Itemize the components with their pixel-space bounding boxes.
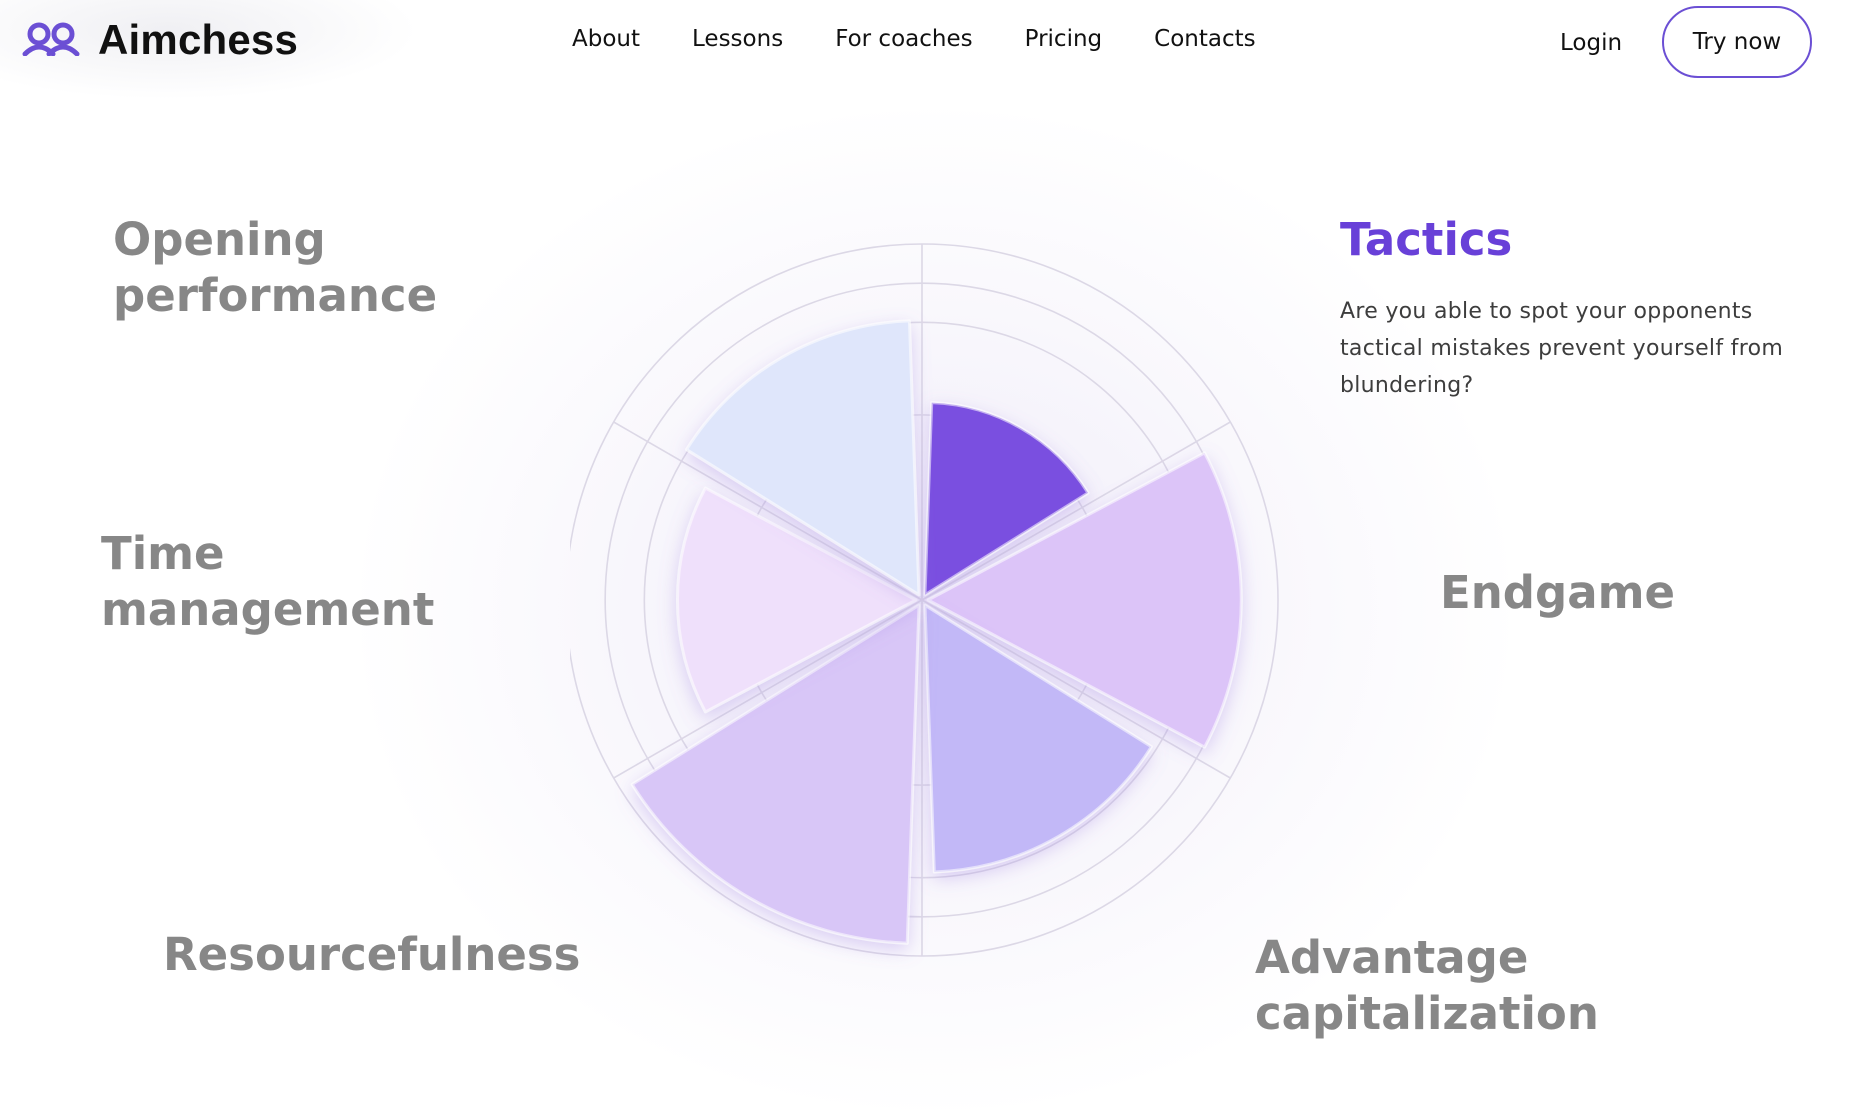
try-now-button[interactable]: Try now — [1662, 6, 1812, 78]
category-description: Are you able to spot your opponents tact… — [1340, 299, 1784, 398]
category-resourcefulness[interactable]: Resourcefulness — [163, 927, 580, 983]
brand-name: Aimchess — [98, 16, 299, 63]
people-pair-icon — [22, 20, 80, 60]
site-header: Aimchess About Lessons For coaches Prici… — [0, 0, 1871, 90]
brand[interactable]: Aimchess — [22, 16, 298, 64]
category-opening-performance[interactable]: Opening performance — [113, 212, 493, 324]
skills-radar-chart — [570, 243, 1279, 957]
nav-contacts[interactable]: Contacts — [1154, 26, 1255, 52]
nav-lessons[interactable]: Lessons — [692, 26, 783, 52]
nav-about[interactable]: About — [572, 26, 640, 52]
nav-pricing[interactable]: Pricing — [1025, 26, 1103, 52]
main-nav: About Lessons For coaches Pricing Contac… — [572, 26, 1256, 52]
category-endgame[interactable]: Endgame — [1440, 565, 1675, 621]
login-link[interactable]: Login — [1560, 30, 1622, 56]
category-advantage-capitalization[interactable]: Advantage capitalization — [1255, 930, 1675, 1042]
nav-for-coaches[interactable]: For coaches — [835, 26, 972, 52]
category-time-management[interactable]: Time management — [101, 526, 501, 638]
category-tactics[interactable]: Tactics — [1340, 212, 1512, 268]
